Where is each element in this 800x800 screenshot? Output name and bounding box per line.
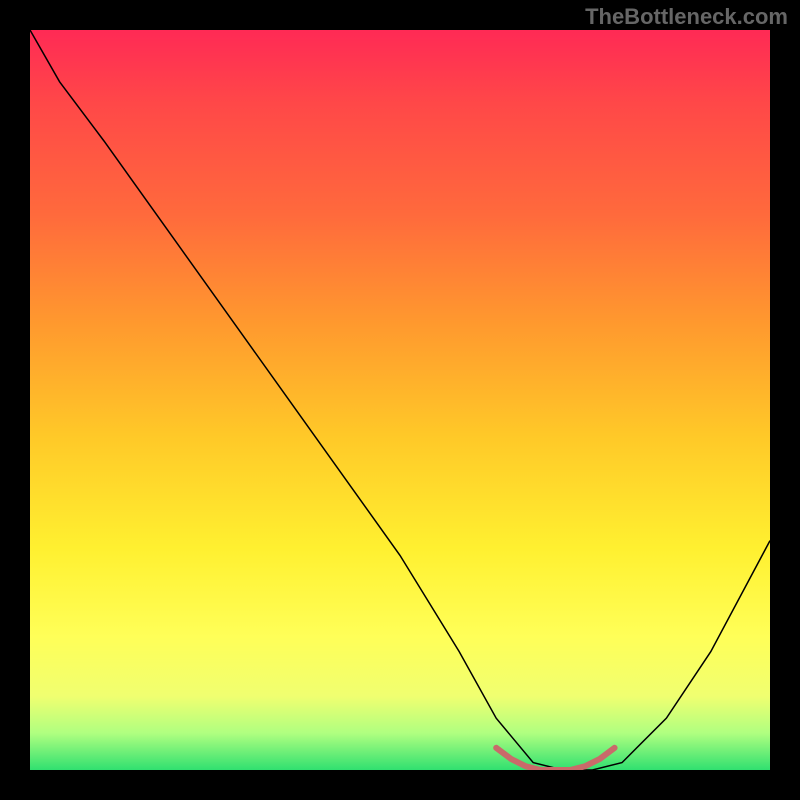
chart-svg [30, 30, 770, 770]
optimal-range-path [496, 748, 614, 770]
watermark-text: TheBottleneck.com [585, 4, 788, 30]
chart-plot-area [30, 30, 770, 770]
bottleneck-curve-path [30, 30, 770, 770]
